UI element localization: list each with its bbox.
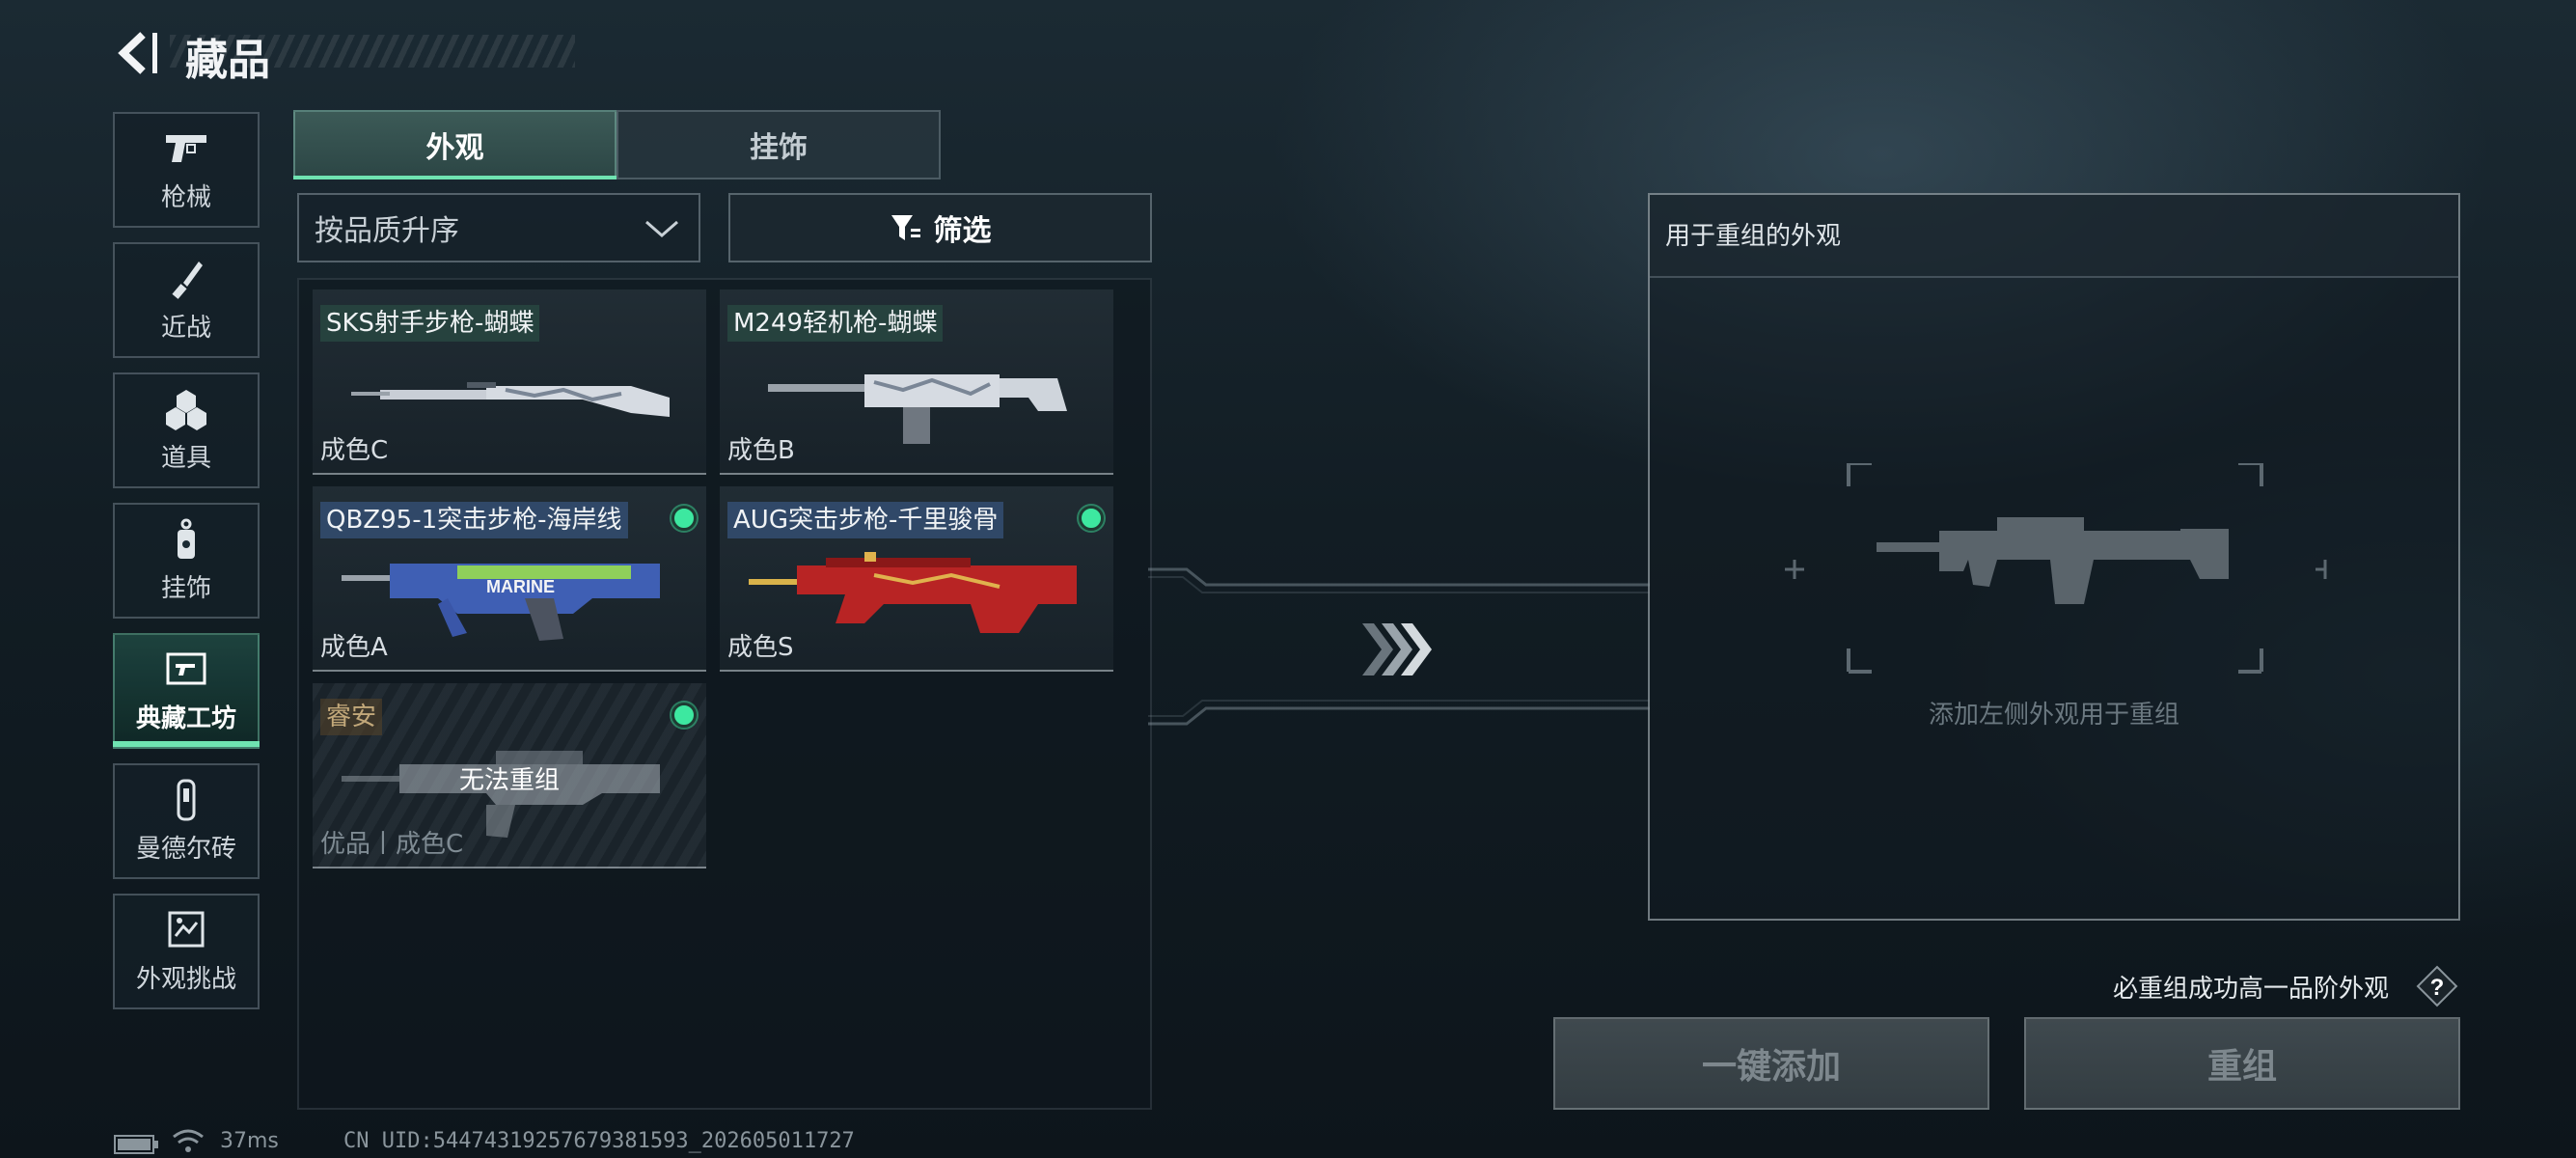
add-all-button[interactable]: 一键添加 [1553, 1017, 1989, 1110]
nav-active-indicator [113, 741, 260, 747]
cannot-recombine-label: 无法重组 [458, 766, 560, 795]
tab-skin[interactable]: 外观 [293, 110, 617, 179]
card-underline [313, 670, 706, 672]
skin-grade: 优品丨成色C [320, 830, 464, 859]
sort-selected-label: 按品质升序 [315, 214, 459, 248]
skin-card[interactable]: AUG突击步枪-千里骏骨 成色S [720, 486, 1113, 672]
nav-label: 近战 [160, 313, 211, 343]
nav-label: 典藏工坊 [135, 703, 236, 733]
back-arrow-icon[interactable] [114, 29, 160, 77]
recombine-note: 必重组成功高一品阶外观 [2113, 975, 2390, 1004]
aug-rifle-image [749, 552, 1077, 633]
wifi-icon [173, 1129, 204, 1152]
card-underline [313, 473, 706, 475]
m249-lmg-image [768, 374, 1067, 444]
skin-card[interactable]: M249轻机枪-蝴蝶 成色B [720, 290, 1113, 475]
help-icon[interactable]: ? [2416, 965, 2458, 1007]
chevron-down-icon [645, 220, 678, 237]
sks-rifle-image [351, 382, 670, 417]
skin-grade: 成色C [320, 436, 389, 465]
sort-dropdown[interactable]: 按品质升序 [297, 193, 700, 262]
placeholder-rifle-icon[interactable] [1775, 463, 2335, 685]
nav-item-mandel-brick[interactable]: 曼德尔砖 [113, 763, 260, 879]
recombine-panel-title: 用于重组的外观 [1650, 195, 2458, 278]
battery-icon [114, 1135, 158, 1154]
equipped-dot-icon [671, 506, 697, 531]
uid-text: CN UID:54474319257679381593_202605011727 [343, 1129, 855, 1153]
forward-chevrons-icon [1362, 623, 1432, 676]
pistol-icon [166, 134, 206, 162]
nav-label: 外观挑战 [135, 964, 236, 994]
challenge-icon [168, 911, 205, 947]
skin-card[interactable]: SKS射手步枪-蝴蝶 成色C [313, 290, 706, 475]
nav-label: 道具 [160, 443, 211, 473]
nav-item-items[interactable]: 道具 [113, 372, 260, 488]
svg-text:MARINE: MARINE [486, 577, 555, 596]
recombine-placeholder-text: 添加左侧外观用于重组 [1928, 701, 2179, 730]
skin-name: SKS射手步枪-蝴蝶 [320, 305, 540, 342]
ping-text: 37ms [220, 1129, 279, 1153]
nav-item-challenge[interactable]: 外观挑战 [113, 894, 260, 1009]
nav-item-workshop[interactable]: 典藏工坊 [113, 633, 260, 749]
skin-grade: 成色S [727, 633, 794, 662]
qbz95-rifle-image: MARINE [342, 564, 660, 641]
nav-item-pendants[interactable]: 挂饰 [113, 503, 260, 619]
nav-item-guns[interactable]: 枪械 [113, 112, 260, 228]
skin-name: QBZ95-1突击步枪-海岸线 [320, 502, 628, 538]
skin-name: M249轻机枪-蝴蝶 [727, 305, 944, 342]
skin-grade: 成色B [727, 436, 795, 465]
filter-label: 筛选 [933, 214, 992, 248]
recombine-button[interactable]: 重组 [2024, 1017, 2460, 1110]
equipped-dot-icon [671, 703, 697, 728]
tab-active-underline [293, 176, 617, 179]
card-underline [720, 670, 1113, 672]
nav-label: 枪械 [160, 182, 211, 212]
nav-item-melee[interactable]: 近战 [113, 242, 260, 358]
skin-name: AUG突击步枪-千里骏骨 [727, 502, 1004, 538]
nav-label: 挂饰 [160, 573, 211, 603]
tab-pendant[interactable]: 挂饰 [617, 110, 941, 179]
skin-grade: 成色A [320, 633, 388, 662]
skin-name: 睿安 [320, 699, 383, 735]
svg-text:?: ? [2430, 975, 2445, 1001]
charm-icon [178, 518, 195, 559]
nav-label: 曼德尔砖 [135, 834, 236, 864]
card-underline [313, 867, 706, 868]
filter-button[interactable]: 筛选 [728, 193, 1152, 262]
knife-icon [172, 261, 203, 299]
workshop-icon [166, 652, 206, 684]
filter-icon [891, 215, 920, 240]
skin-card[interactable]: QBZ95-1突击步枪-海岸线 MARINE 成色A [313, 486, 706, 672]
mandel-brick-icon [177, 779, 196, 820]
grenades-icon [166, 389, 206, 430]
page-title: 藏品 [185, 36, 270, 85]
skin-card-locked[interactable]: 睿安 无法重组 优品丨成色C [313, 683, 706, 868]
equipped-dot-icon [1079, 506, 1104, 531]
card-underline [720, 473, 1113, 475]
